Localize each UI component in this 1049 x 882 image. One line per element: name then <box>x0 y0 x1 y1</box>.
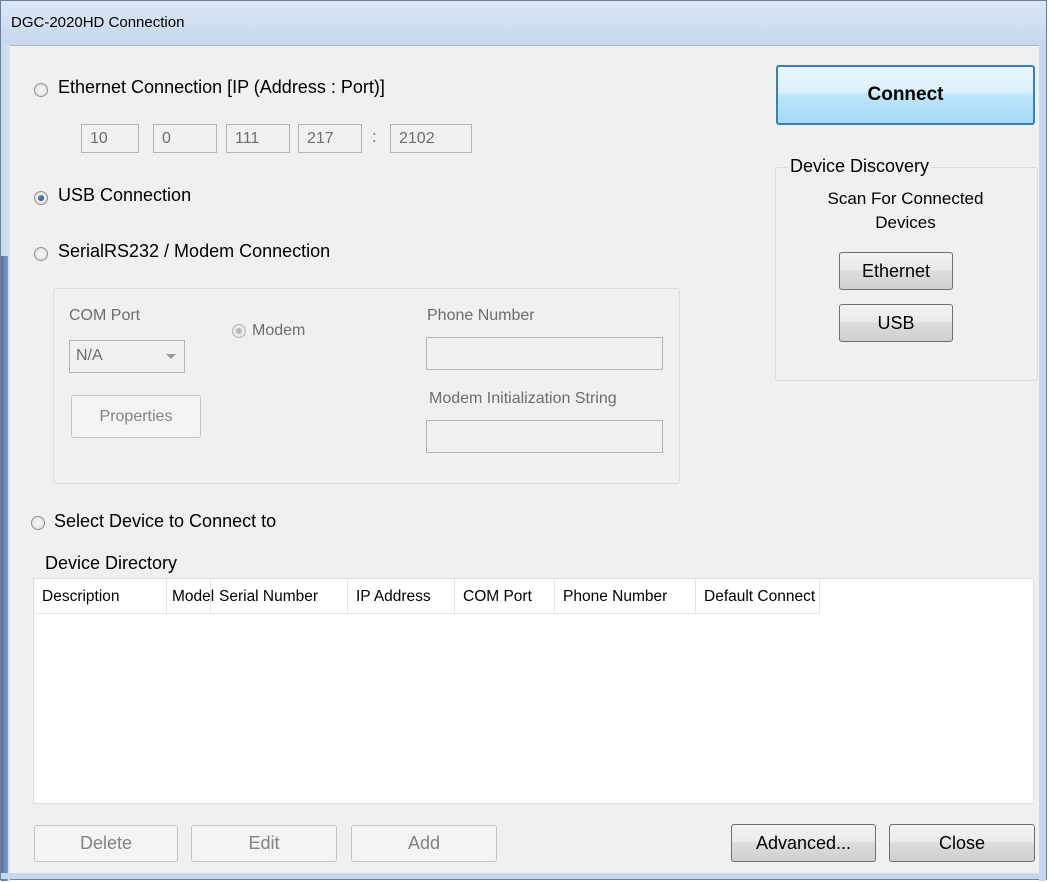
connect-button[interactable]: Connect <box>776 65 1035 125</box>
scan-text-line-2: Devices <box>875 213 936 232</box>
phone-number-label: Phone Number <box>427 307 535 324</box>
modem-init-string-label: Modem Initialization String <box>429 390 617 407</box>
column-default-connect[interactable]: Default Connect <box>696 579 820 613</box>
com-port-label: COM Port <box>69 307 141 324</box>
ip-octet-4-field[interactable]: 217 <box>298 124 362 153</box>
ip-octet-1-field[interactable]: 10 <box>81 124 139 153</box>
ip-port-separator: : <box>372 127 377 146</box>
scan-usb-button[interactable]: USB <box>839 304 953 342</box>
column-model[interactable]: Model <box>167 579 214 613</box>
device-directory-header: Description Model Serial Number IP Addre… <box>34 579 820 614</box>
select-device-radio[interactable] <box>31 516 45 530</box>
ip-octet-2-field[interactable]: 0 <box>153 124 217 153</box>
modem-radio[interactable] <box>232 324 246 338</box>
com-port-value: N/A <box>76 347 103 364</box>
column-description[interactable]: Description <box>34 579 167 613</box>
title-bar[interactable]: DGC-2020HD Connection <box>1 1 1046 46</box>
device-discovery-title: Device Discovery <box>788 156 932 177</box>
chevron-down-icon <box>166 354 176 359</box>
port-field[interactable]: 2102 <box>390 124 472 153</box>
usb-connection-radio[interactable] <box>34 191 48 205</box>
column-serial-number[interactable]: Serial Number <box>211 579 348 613</box>
serial-connection-radio[interactable] <box>34 247 48 261</box>
scan-text-line-1: Scan For Connected <box>827 189 984 208</box>
serial-connection-label[interactable]: SerialRS232 / Modem Connection <box>58 241 330 262</box>
edit-button[interactable]: Edit <box>191 825 337 862</box>
add-button[interactable]: Add <box>351 825 497 862</box>
column-com-port[interactable]: COM Port <box>455 579 555 613</box>
com-port-select[interactable]: N/A <box>69 340 185 373</box>
window-frame-right <box>1039 45 1046 881</box>
properties-button[interactable]: Properties <box>71 395 201 438</box>
ethernet-connection-label[interactable]: Ethernet Connection [IP (Address : Port)… <box>58 77 385 98</box>
device-directory-table[interactable]: Description Model Serial Number IP Addre… <box>33 578 1034 804</box>
select-device-label[interactable]: Select Device to Connect to <box>54 511 276 532</box>
window-frame-bottom <box>1 873 1046 879</box>
ip-octet-3-field[interactable]: 111 <box>226 124 290 153</box>
advanced-button[interactable]: Advanced... <box>731 824 876 862</box>
phone-number-field[interactable] <box>426 337 663 370</box>
column-phone-number[interactable]: Phone Number <box>555 579 696 613</box>
window-title: DGC-2020HD Connection <box>11 14 185 31</box>
connection-dialog: DGC-2020HD Connection Ethernet Connectio… <box>0 0 1047 881</box>
modem-label: Modem <box>252 322 306 339</box>
window-frame-left-active <box>1 256 8 881</box>
close-button[interactable]: Close <box>889 824 1035 862</box>
delete-button[interactable]: Delete <box>34 825 178 862</box>
modem-init-string-field[interactable] <box>426 420 663 453</box>
column-ip-address[interactable]: IP Address <box>348 579 455 613</box>
scan-ethernet-button[interactable]: Ethernet <box>839 252 953 290</box>
usb-connection-label[interactable]: USB Connection <box>58 185 191 206</box>
ethernet-connection-radio[interactable] <box>34 83 48 97</box>
device-directory-title: Device Directory <box>43 553 180 574</box>
serial-settings-group <box>53 288 680 484</box>
